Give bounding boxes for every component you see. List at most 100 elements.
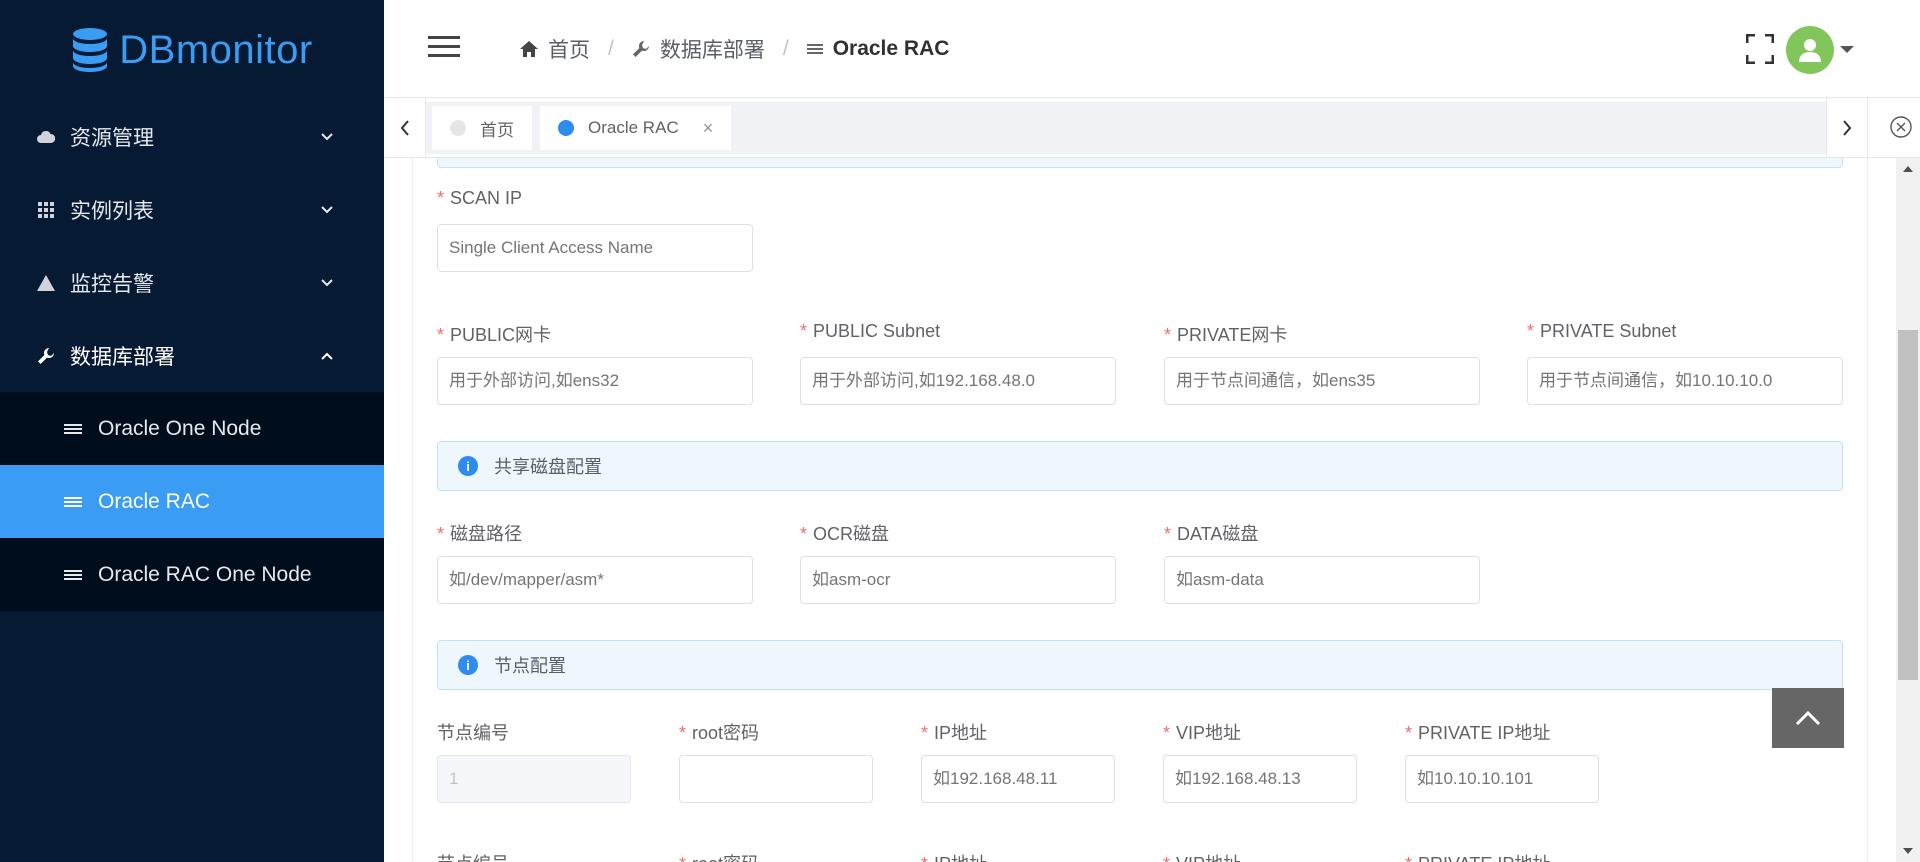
chevron-down-icon xyxy=(321,205,333,213)
scroll-down-arrow-icon[interactable] xyxy=(1903,848,1913,854)
sidebar-subitem-oracle-rac-one-node[interactable]: Oracle RAC One Node xyxy=(0,538,384,611)
fullscreen-icon[interactable] xyxy=(1746,34,1774,64)
list-icon xyxy=(64,496,82,507)
sidebar-subitem-label: Oracle One Node xyxy=(98,416,262,440)
ip-address-input[interactable] xyxy=(921,755,1115,803)
user-icon xyxy=(1799,39,1821,62)
breadcrumb-separator: / xyxy=(608,37,614,60)
cloud-icon xyxy=(36,127,56,147)
home-icon xyxy=(520,41,538,57)
list-icon xyxy=(64,569,82,580)
public-subnet-input[interactable] xyxy=(800,357,1116,405)
info-icon: i xyxy=(458,456,478,476)
scan-ip-input[interactable] xyxy=(437,224,753,272)
node-no-label: 节点编号 xyxy=(437,850,509,862)
sidebar-item-label: 数据库部署 xyxy=(70,345,175,369)
sidebar-item-label: 监控告警 xyxy=(70,272,154,296)
shared-disk-section-alert: i 共享磁盘配置 xyxy=(437,441,1843,491)
public-nic-input[interactable] xyxy=(437,357,753,405)
app-name: DBmonitor xyxy=(119,27,313,72)
root-password-label: *root密码 xyxy=(679,723,760,743)
close-all-tabs-icon[interactable] xyxy=(1888,114,1914,140)
breadcrumb-section[interactable]: 数据库部署 xyxy=(632,34,765,64)
database-icon xyxy=(73,28,108,72)
tab-label: 首页 xyxy=(480,120,514,140)
section-title: 共享磁盘配置 xyxy=(494,457,602,477)
avatar[interactable] xyxy=(1786,26,1834,74)
data-disk-input[interactable] xyxy=(1164,556,1480,604)
sidebar-item-instances[interactable]: 实例列表 xyxy=(0,173,384,246)
breadcrumb-current-label: Oracle RAC xyxy=(832,37,950,60)
breadcrumb-home[interactable]: 首页 xyxy=(520,34,590,64)
sidebar-subitem-label: Oracle RAC One Node xyxy=(98,562,312,586)
wrench-icon xyxy=(632,40,649,57)
scroll-up-arrow-icon[interactable] xyxy=(1903,166,1913,172)
tabs-scroll-left-button[interactable] xyxy=(384,98,426,158)
breadcrumb-home-label: 首页 xyxy=(548,39,590,62)
vip-address-label: *VIP地址 xyxy=(1163,850,1241,862)
private-nic-label: * PRIVATE网卡 xyxy=(1164,325,1288,345)
tab-label: Oracle RAC xyxy=(588,118,679,137)
ocr-disk-input[interactable] xyxy=(800,556,1116,604)
public-subnet-label: * PUBLIC Subnet xyxy=(800,321,941,341)
vip-address-input[interactable] xyxy=(1163,755,1357,803)
tab-oracle-rac[interactable]: Oracle RAC × xyxy=(540,106,732,150)
disk-path-input[interactable] xyxy=(437,556,753,604)
chevron-left-icon xyxy=(400,120,409,136)
sidebar-subitem-label: Oracle RAC xyxy=(98,489,211,513)
list-icon xyxy=(806,44,823,54)
hamburger-icon[interactable] xyxy=(428,34,460,60)
caret-down-icon[interactable] xyxy=(1840,46,1854,53)
tab-status-dot xyxy=(450,120,466,136)
sidebar: DBmonitor 资源管理 实例列表 监控告警 数据库部署 Oracle On… xyxy=(0,0,384,862)
chevron-down-icon xyxy=(321,278,333,286)
back-to-top-button[interactable] xyxy=(1772,688,1844,748)
wrench-icon xyxy=(36,346,56,366)
tab-status-dot xyxy=(558,120,574,136)
node-no-label: 节点编号 xyxy=(437,723,509,743)
tabs-bar: 首页 Oracle RAC × xyxy=(384,98,1920,158)
disk-path-label: * 磁盘路径 xyxy=(437,524,523,544)
private-ip-label: *PRIVATE IP地址 xyxy=(1405,723,1551,743)
info-icon: i xyxy=(458,655,478,675)
data-disk-label: * DATA磁盘 xyxy=(1164,524,1259,544)
sidebar-item-alerts[interactable]: 监控告警 xyxy=(0,246,384,319)
private-subnet-input[interactable] xyxy=(1527,357,1843,405)
list-icon xyxy=(64,423,82,434)
section-title: 节点配置 xyxy=(494,656,566,676)
scan-ip-label: * SCAN IP xyxy=(437,188,523,208)
node-no-input xyxy=(437,755,631,803)
ip-address-label: *IP地址 xyxy=(921,723,988,743)
scrollbar[interactable] xyxy=(1896,158,1920,862)
top-header: 首页 / 数据库部署 / Oracle RAC xyxy=(384,0,1920,98)
sidebar-item-label: 实例列表 xyxy=(70,199,154,223)
sidebar-subitem-oracle-rac[interactable]: Oracle RAC xyxy=(0,465,384,538)
chevron-down-icon xyxy=(321,132,333,140)
vip-address-label: *VIP地址 xyxy=(1163,723,1242,743)
private-subnet-label: * PRIVATE Subnet xyxy=(1527,321,1677,341)
tabs-scroll-right-button[interactable] xyxy=(1826,98,1868,158)
warning-icon xyxy=(36,273,56,293)
private-ip-input[interactable] xyxy=(1405,755,1599,803)
root-password-input[interactable] xyxy=(679,755,873,803)
tabs-list: 首页 Oracle RAC × xyxy=(426,102,1826,154)
sidebar-subitem-oracle-one-node[interactable]: Oracle One Node xyxy=(0,392,384,465)
form-area: *SCAN IP *PUBLIC网卡 *PUBLIC Subnet *PRIVA… xyxy=(412,158,1868,862)
private-ip-label: *PRIVATE IP地址 xyxy=(1405,850,1550,862)
tab-home[interactable]: 首页 xyxy=(432,106,532,150)
chevron-up-icon xyxy=(321,352,333,360)
sidebar-item-resource[interactable]: 资源管理 xyxy=(0,100,384,173)
ocr-disk-label: * OCR磁盘 xyxy=(800,524,890,544)
sidebar-item-deploy[interactable]: 数据库部署 xyxy=(0,319,384,392)
public-nic-label: * PUBLIC网卡 xyxy=(437,325,552,345)
scrollbar-thumb[interactable] xyxy=(1898,330,1918,680)
private-nic-input[interactable] xyxy=(1164,357,1480,405)
submenu-deploy: Oracle One Node Oracle RAC Oracle RAC On… xyxy=(0,392,384,611)
breadcrumb: 首页 / 数据库部署 / Oracle RAC xyxy=(520,34,949,64)
breadcrumb-separator: / xyxy=(782,37,789,60)
logo: DBmonitor xyxy=(0,0,384,100)
breadcrumb-current: Oracle RAC xyxy=(806,37,950,61)
alert-box-partial xyxy=(437,158,1843,168)
close-icon[interactable]: × xyxy=(703,118,714,139)
node-config-section-alert: i 节点配置 xyxy=(437,640,1843,690)
